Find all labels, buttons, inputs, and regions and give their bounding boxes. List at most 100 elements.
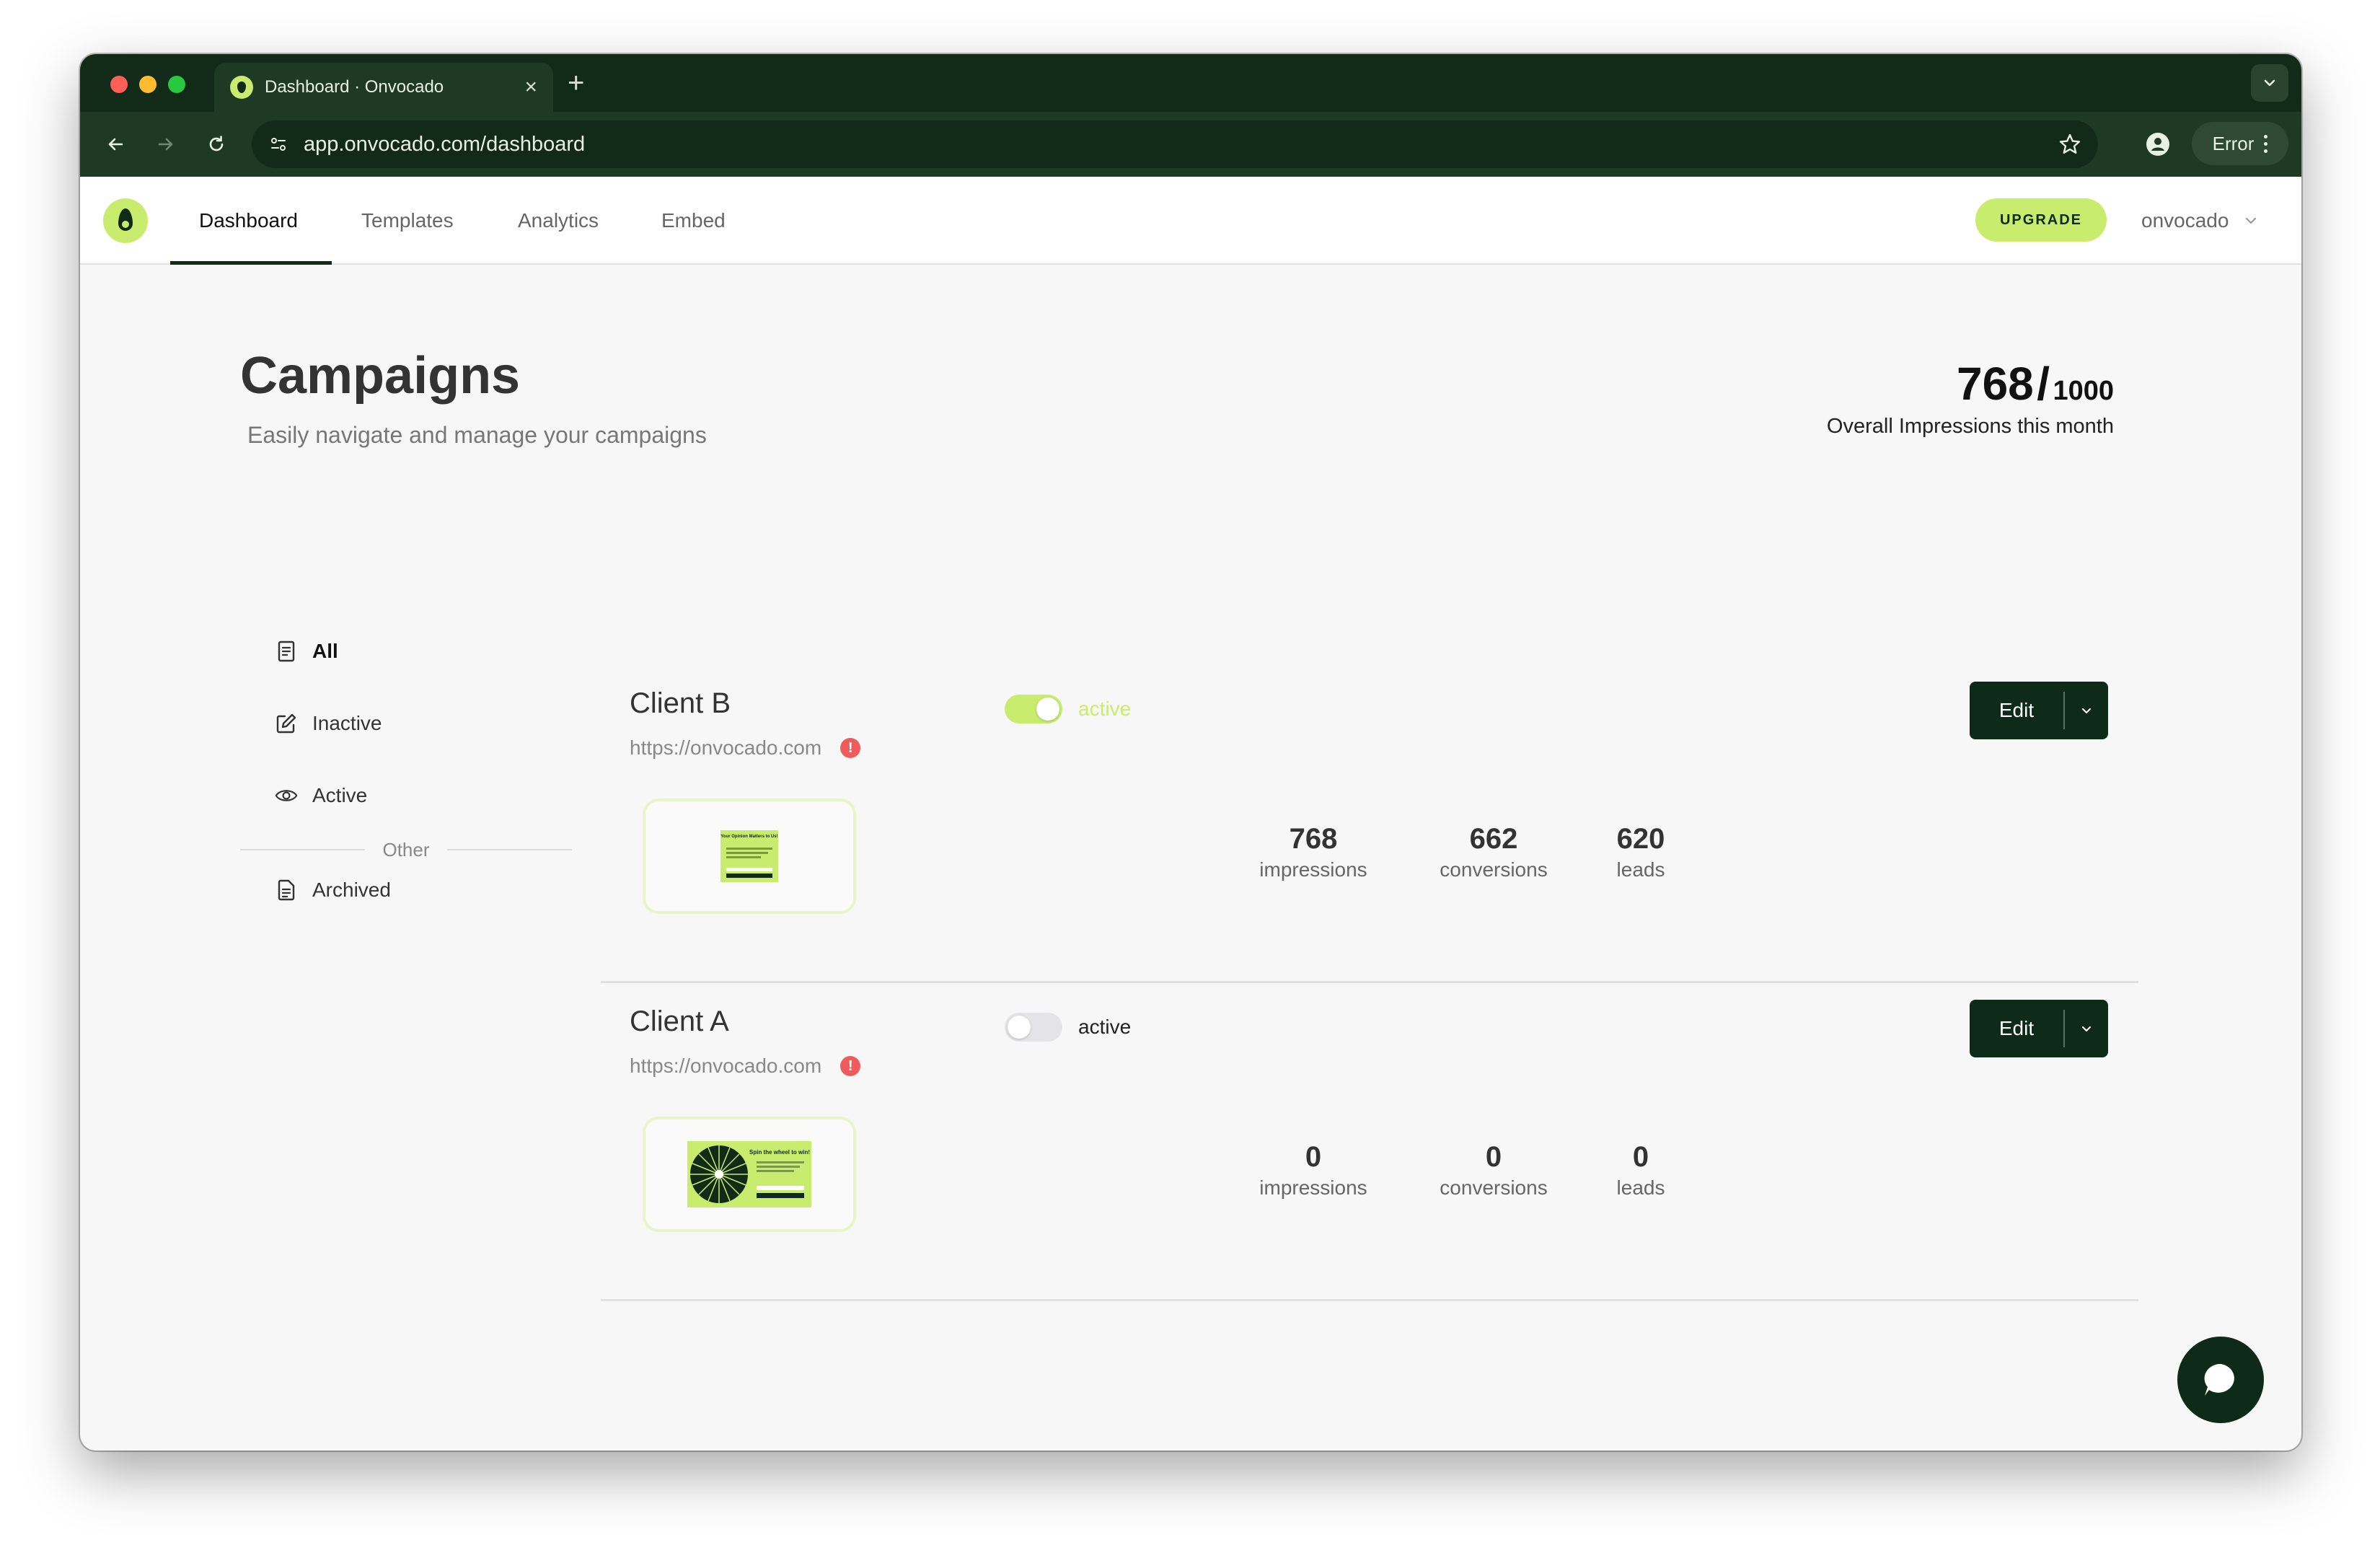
reload-button[interactable] [200,128,233,161]
onvocado-favicon-icon [230,76,253,99]
forward-button[interactable] [149,128,182,161]
back-button[interactable] [99,128,132,161]
nav-dashboard[interactable]: Dashboard [199,177,298,265]
metric-conversions: 0 conversions [1422,1141,1566,1200]
account-name: onvocado [2141,209,2229,232]
window-zoom-button[interactable] [168,76,185,93]
metric-value: 0 [1632,1141,1649,1173]
metric-label: impressions [1259,1176,1367,1199]
profile-error-button[interactable]: Error [2192,122,2288,165]
filter-archived[interactable]: Archived [275,879,391,902]
popup-preview-image: Your Opinion Matters to Us! [720,830,778,882]
other-divider: Other [240,839,572,861]
metric-label: impressions [1259,858,1367,881]
edit-icon [275,712,298,735]
impressions-used: 768 [1956,358,2034,410]
campaign-url: https://onvocado.com ! [630,736,861,760]
onvocado-logo-icon[interactable] [103,198,148,243]
metric-label: conversions [1440,858,1548,881]
campaign-name[interactable]: Client B [630,687,731,720]
campaign-preview-thumbnail[interactable]: Your Opinion Matters to Us! [643,798,856,914]
page-subtitle: Easily navigate and manage your campaign… [247,422,707,448]
campaign-status-label: active [1078,697,1132,720]
campaign-active-toggle[interactable] [1005,695,1062,723]
app-header: Dashboard Templates Analytics Embed UPGR… [80,177,2301,265]
upgrade-button[interactable]: UPGRADE [1975,198,2107,242]
edit-dropdown-button[interactable] [2065,703,2108,718]
filter-all-label: All [312,640,338,662]
campaign-url-text[interactable]: https://onvocado.com [630,1055,821,1078]
reload-icon [209,136,224,151]
profile-button[interactable] [2141,128,2174,161]
browser-tab[interactable]: Dashboard · Onvocado × [214,63,553,112]
campaign-name[interactable]: Client A [630,1005,729,1038]
metric-impressions: 0 impressions [1241,1141,1385,1200]
campaign-url-text[interactable]: https://onvocado.com [630,736,821,760]
popup-preview-image: Spin the wheel to win! [687,1141,811,1207]
metric-conversions: 662 conversions [1422,823,1566,881]
tab-search-button[interactable] [2251,64,2288,102]
address-bar[interactable]: app.onvocado.com/dashboard [252,120,2098,168]
url-text: app.onvocado.com/dashboard [304,132,586,156]
edit-dropdown-button[interactable] [2065,1021,2108,1036]
metric-value: 0 [1305,1141,1322,1173]
filter-inactive[interactable]: Inactive [275,712,382,735]
bookmark-star-icon[interactable] [2058,132,2082,157]
edit-button-group: Edit [1970,1000,2108,1057]
metric-value: 768 [1289,823,1338,855]
nav-analytics[interactable]: Analytics [518,177,599,265]
more-vertical-icon [2264,134,2268,153]
browser-toolbar: app.onvocado.com/dashboard Error [80,112,2301,177]
impressions-limit: 1000 [2053,376,2114,406]
chevron-down-icon [2264,79,2275,87]
other-divider-label: Other [382,838,430,861]
nav-embed[interactable]: Embed [661,177,726,265]
campaign-active-toggle[interactable] [1005,1013,1062,1042]
filter-inactive-label: Inactive [312,712,382,734]
metric-label: leads [1616,1176,1665,1199]
person-icon [2146,133,2169,156]
window-close-button[interactable] [110,76,128,93]
nav-templates[interactable]: Templates [361,177,454,265]
new-tab-button[interactable]: + [568,67,584,100]
edit-button-group: Edit [1970,682,2108,739]
spin-wheel-icon [690,1145,748,1203]
account-menu[interactable]: onvocado [2141,177,2259,265]
metric-value: 662 [1469,823,1518,855]
filter-archived-label: Archived [312,879,391,901]
edit-button[interactable]: Edit [1970,699,2063,722]
metric-label: leads [1616,858,1665,881]
browser-tab-strip: Dashboard · Onvocado × + [80,54,2301,112]
arrow-right-icon [158,138,173,151]
chevron-down-icon [2246,217,2257,224]
edit-button[interactable]: Edit [1970,1017,2063,1040]
metric-value: 620 [1616,823,1665,855]
campaign-preview-thumbnail[interactable]: Spin the wheel to win! [643,1117,856,1232]
chat-launcher-button[interactable] [2177,1337,2264,1423]
campaign-url: https://onvocado.com ! [630,1055,861,1078]
warning-icon[interactable]: ! [840,1056,861,1076]
tab-close-icon[interactable]: × [524,76,537,98]
tab-title: Dashboard · Onvocado [265,77,444,97]
chevron-down-icon [2082,708,2091,713]
document-icon [275,640,298,663]
filter-all[interactable]: All [275,640,338,663]
metric-label: conversions [1440,1176,1548,1199]
filter-active[interactable]: Active [275,784,367,807]
campaign-row: Client A https://onvocado.com ! active E… [601,984,2138,1301]
window-minimize-button[interactable] [139,76,157,93]
campaign-status-label: active [1078,1016,1132,1038]
warning-icon[interactable]: ! [840,738,861,758]
page-title: Campaigns [240,347,521,405]
eye-icon [275,784,298,807]
chat-bubble-icon [2204,1363,2234,1396]
filter-active-label: Active [312,784,368,806]
metric-value: 0 [1485,1141,1502,1173]
active-nav-indicator [170,261,332,265]
preview-title-text: Spin the wheel to win! [749,1149,810,1156]
archive-document-icon [275,879,298,902]
impressions-usage-label: Overall Impressions this month [1826,415,2114,438]
chevron-down-icon [2082,1026,2091,1031]
site-settings-icon[interactable] [268,133,289,155]
browser-window: Dashboard · Onvocado × + app.onvocado.co… [80,54,2301,1451]
